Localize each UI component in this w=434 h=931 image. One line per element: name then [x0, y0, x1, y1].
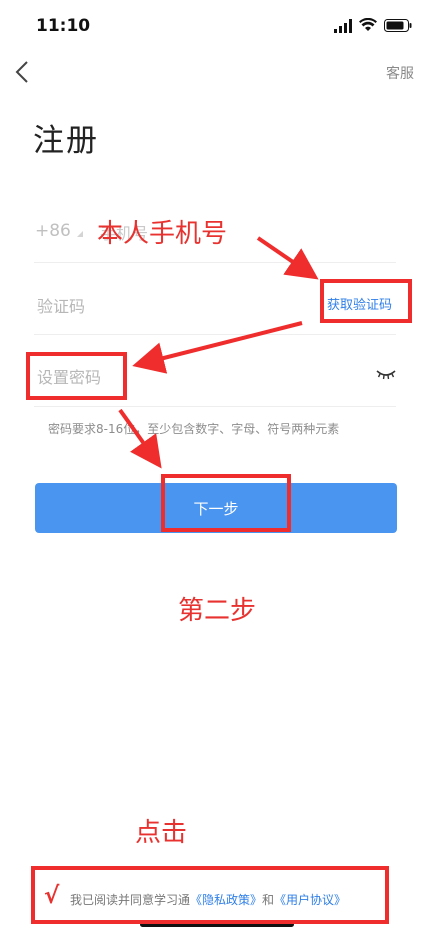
annotation-step-note: 第二步 — [178, 596, 257, 626]
caret-down-icon — [77, 231, 83, 237]
status-time: 11:10 — [36, 16, 91, 36]
annotation-box-agreement — [31, 866, 389, 924]
annotation-phone-note: 本人手机号 — [97, 219, 228, 249]
password-hint: 密码要求8-16位，至少包含数字、字母、符号两种元素 — [48, 422, 340, 436]
back-arrow-icon[interactable] — [12, 60, 34, 84]
divider — [34, 262, 396, 263]
country-code-selector[interactable]: +86 — [35, 221, 71, 241]
page-title: 注册 — [33, 123, 99, 159]
signal-icon — [334, 19, 352, 33]
annotation-check-mark: √ — [44, 883, 60, 909]
wifi-icon — [359, 18, 377, 31]
annotation-box-password — [26, 352, 127, 400]
divider — [34, 406, 396, 407]
annotation-box-get-code — [320, 279, 412, 323]
annotation-click-note: 点击 — [135, 818, 188, 848]
annotation-box-next — [161, 474, 291, 532]
battery-icon — [384, 19, 412, 32]
eye-closed-icon[interactable] — [376, 368, 396, 380]
divider — [34, 334, 396, 335]
verification-code-input[interactable] — [35, 288, 279, 324]
customer-service-link[interactable]: 客服 — [386, 63, 414, 83]
arrow-to-password — [132, 321, 303, 374]
